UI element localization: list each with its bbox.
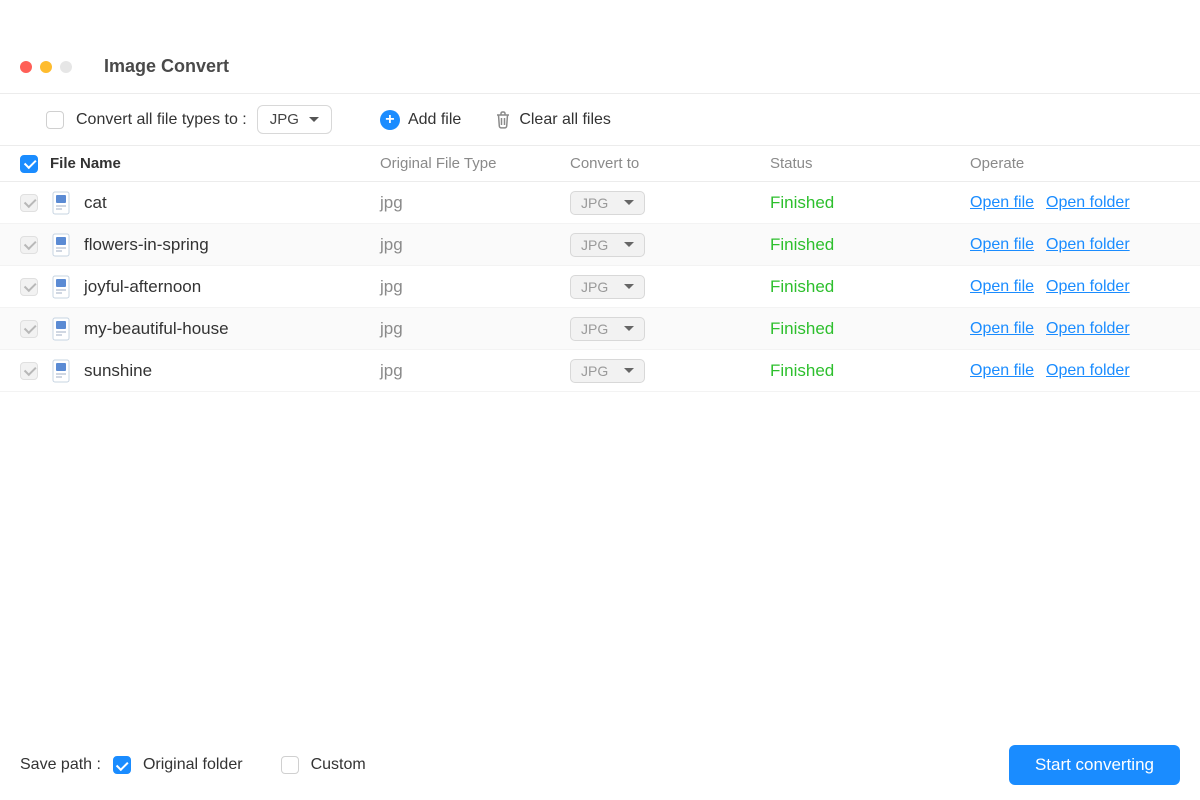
open-file-link[interactable]: Open file [970,278,1034,296]
open-file-link[interactable]: Open file [970,320,1034,338]
save-path-label: Save path : [20,756,101,774]
convert-to-value: JPG [581,237,608,253]
chevron-down-icon [309,117,319,122]
window-title: Image Convert [104,56,229,77]
clear-all-button[interactable]: Clear all files [495,111,611,129]
row-checkbox[interactable] [20,278,38,296]
custom-path-checkbox[interactable] [281,756,299,774]
start-converting-button[interactable]: Start converting [1009,745,1180,785]
col-header-convert: Convert to [570,155,770,172]
table-header: File Name Original File Type Convert to … [0,146,1200,182]
add-file-label: Add file [408,111,461,129]
minimize-window-button[interactable] [40,61,52,73]
row-checkbox[interactable] [20,236,38,254]
chevron-down-icon [624,200,634,205]
col-header-operate: Operate [970,155,1180,172]
original-folder-checkbox[interactable] [113,756,131,774]
original-type: jpg [380,361,570,381]
toolbar: Convert all file types to : JPG Add file… [0,94,1200,146]
file-table: File Name Original File Type Convert to … [0,146,1200,730]
footer: Save path : Original folder Custom Start… [0,730,1200,800]
file-name: my-beautiful-house [84,319,229,339]
original-type: jpg [380,319,570,339]
table-row: sunshine jpg JPG Finished Open file Open fold… [0,350,1200,392]
maximize-window-button[interactable] [60,61,72,73]
status-text: Finished [770,235,834,254]
file-icon [50,275,72,299]
convert-all-label: Convert all file types to : [76,111,247,129]
plus-circle-icon [380,110,400,130]
open-folder-link[interactable]: Open folder [1046,278,1130,296]
open-folder-link[interactable]: Open folder [1046,236,1130,254]
original-folder-label: Original folder [143,756,243,774]
window-traffic-lights [20,61,72,73]
chevron-down-icon [624,368,634,373]
table-row: flowers-in-spring jpg JPG Finished Open file… [0,224,1200,266]
table-row: my-beautiful-house jpg JPG Finished Open fil… [0,308,1200,350]
convert-all-checkbox[interactable] [46,111,64,129]
table-row: cat jpg JPG Finished Open file Open folder [0,182,1200,224]
convert-to-select[interactable]: JPG [570,191,645,215]
status-text: Finished [770,193,834,212]
convert-to-select[interactable]: JPG [570,317,645,341]
custom-path-label: Custom [311,756,366,774]
chevron-down-icon [624,284,634,289]
chevron-down-icon [624,326,634,331]
col-header-name: File Name [50,155,380,172]
original-type: jpg [380,235,570,255]
original-type: jpg [380,277,570,297]
clear-all-label: Clear all files [519,111,611,129]
status-text: Finished [770,277,834,296]
convert-to-value: JPG [581,321,608,337]
file-icon [50,191,72,215]
file-name: cat [84,193,107,213]
open-folder-link[interactable]: Open folder [1046,362,1130,380]
status-text: Finished [770,319,834,338]
convert-all-format-value: JPG [270,111,299,128]
convert-to-select[interactable]: JPG [570,233,645,257]
file-icon [50,317,72,341]
file-icon [50,233,72,257]
open-file-link[interactable]: Open file [970,236,1034,254]
convert-to-value: JPG [581,363,608,379]
open-file-link[interactable]: Open file [970,362,1034,380]
close-window-button[interactable] [20,61,32,73]
file-name: flowers-in-spring [84,235,209,255]
convert-to-select[interactable]: JPG [570,359,645,383]
file-name: sunshine [84,361,152,381]
col-header-type: Original File Type [380,155,570,172]
convert-to-select[interactable]: JPG [570,275,645,299]
convert-to-value: JPG [581,195,608,211]
table-row: joyful-afternoon jpg JPG Finished Open file O… [0,266,1200,308]
file-icon [50,359,72,383]
open-folder-link[interactable]: Open folder [1046,194,1130,212]
title-bar: Image Convert [0,40,1200,94]
chevron-down-icon [624,242,634,247]
open-file-link[interactable]: Open file [970,194,1034,212]
table-body: catjpgJPGFinishedOpen fileOpen folderflo… [0,182,1200,392]
convert-to-value: JPG [581,279,608,295]
col-header-status: Status [770,155,970,172]
original-type: jpg [380,193,570,213]
open-folder-link[interactable]: Open folder [1046,320,1130,338]
select-all-checkbox[interactable] [20,155,38,173]
add-file-button[interactable]: Add file [380,110,461,130]
file-name: joyful-afternoon [84,277,201,297]
status-text: Finished [770,361,834,380]
row-checkbox[interactable] [20,362,38,380]
app-window: Image Convert Convert all file types to … [0,0,1200,800]
row-checkbox[interactable] [20,320,38,338]
convert-all-format-select[interactable]: JPG [257,105,332,134]
row-checkbox[interactable] [20,194,38,212]
trash-icon [495,111,511,129]
